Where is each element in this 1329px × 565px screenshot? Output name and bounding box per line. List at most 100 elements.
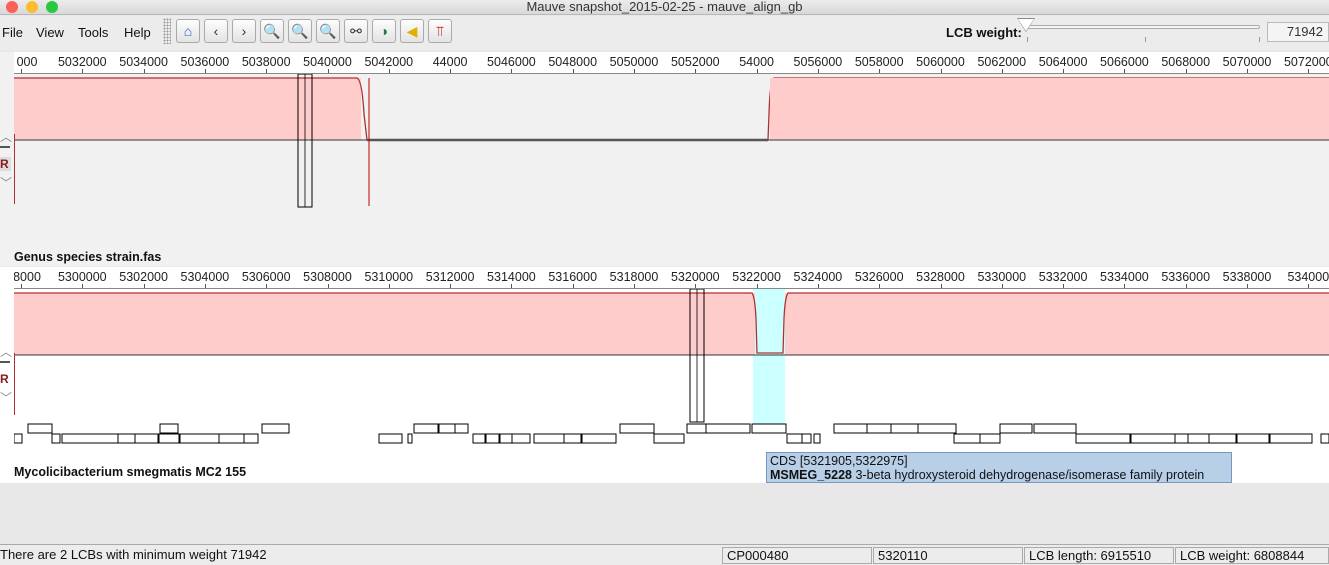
cds-feature[interactable]	[61, 433, 119, 444]
lcb-track-1[interactable]	[14, 74, 1329, 244]
bracket-button[interactable]: ⫪	[428, 19, 452, 43]
chevron-down-icon[interactable]: ﹀	[0, 174, 12, 191]
menu-file[interactable]: File	[2, 25, 23, 40]
ruler-tick	[1001, 69, 1003, 73]
cds-feature[interactable]	[407, 433, 413, 444]
lcb-weight-label: LCB weight:	[946, 25, 1022, 40]
lcb-track-2[interactable]	[14, 289, 1329, 459]
cds-feature[interactable]	[866, 423, 892, 434]
highlight-region	[753, 289, 785, 424]
close-window-button[interactable]	[6, 1, 18, 13]
chevron-left-button[interactable]: ‹	[204, 19, 228, 43]
cds-feature[interactable]	[705, 423, 751, 434]
ruler-tick-label: 5032000	[57, 55, 107, 69]
cds-feature[interactable]	[378, 433, 403, 444]
cds-feature[interactable]	[890, 423, 919, 434]
home-button[interactable]: ⌂	[176, 19, 200, 43]
cds-feature[interactable]	[218, 433, 245, 444]
search-icon: 🔍	[319, 23, 337, 39]
zoom-out-button[interactable]: 🔍	[288, 19, 312, 43]
window-titlebar: Mauve snapshot_2015-02-25 - mauve_align_…	[0, 0, 1329, 15]
cds-feature[interactable]	[485, 433, 500, 444]
cds-feature[interactable]	[686, 423, 707, 434]
arrow-left-yellow-button[interactable]: ◀	[400, 19, 424, 43]
ruler-tick-label: 8000	[14, 270, 41, 284]
cds-feature[interactable]	[1208, 433, 1237, 444]
cds-feature[interactable]	[953, 433, 981, 444]
zoom-in-button[interactable]: 🔍	[260, 19, 284, 43]
cds-feature[interactable]	[499, 433, 513, 444]
cds-feature[interactable]	[1033, 423, 1077, 434]
ruler-tick-label: 5066000	[1100, 55, 1149, 69]
ruler-tick-label: 5324000	[793, 270, 843, 284]
cds-feature[interactable]	[813, 433, 821, 444]
cds-feature[interactable]	[833, 423, 869, 434]
ruler-tick	[21, 69, 22, 73]
cds-feature[interactable]	[454, 423, 469, 434]
cds-feature[interactable]	[158, 433, 180, 444]
chevron-left-icon: ‹	[213, 23, 219, 39]
chevron-up-icon[interactable]: ︿	[0, 128, 12, 145]
cds-feature[interactable]	[801, 433, 812, 444]
chevron-down-icon[interactable]: ﹀	[0, 389, 12, 406]
chevron-up-icon[interactable]: ︿	[0, 343, 12, 360]
toolbar-grip[interactable]	[163, 18, 171, 44]
cds-feature[interactable]	[917, 423, 957, 434]
cds-feature[interactable]	[243, 433, 259, 444]
reverse-toggle[interactable]: R	[0, 372, 11, 386]
lcb-weight-slider-track[interactable]	[1024, 25, 1260, 29]
ruler-tick-label: 5322000	[732, 270, 781, 284]
cds-feature[interactable]	[179, 433, 220, 444]
cds-feature[interactable]	[1187, 433, 1210, 444]
cds-feature[interactable]	[533, 433, 565, 444]
cds-feature[interactable]	[117, 433, 136, 444]
menu-help[interactable]: Help	[124, 25, 151, 40]
lcb-block	[14, 78, 361, 140]
menu-tools[interactable]: Tools	[78, 25, 108, 40]
ruler-tick-label: 5058000	[854, 55, 904, 69]
ruler-tick-label: 5302000	[119, 270, 168, 284]
chevron-right-button[interactable]: ›	[232, 19, 256, 43]
cds-feature[interactable]	[581, 433, 617, 444]
cds-feature[interactable]	[1236, 433, 1270, 444]
cds-feature[interactable]	[563, 433, 582, 444]
slider-tick	[1027, 37, 1028, 42]
cds-feature[interactable]	[1269, 433, 1313, 444]
cds-feature[interactable]	[27, 423, 53, 434]
ruler-tick	[327, 69, 329, 73]
cds-feature[interactable]	[261, 423, 290, 434]
cds-feature[interactable]	[751, 423, 787, 434]
cds-feature[interactable]	[14, 433, 23, 444]
ruler-2: 8000 5300000 5302000 5304000 5306000 5308000 5…	[14, 267, 1329, 289]
cds-feature[interactable]	[511, 433, 531, 444]
cds-feature[interactable]	[619, 423, 655, 434]
zoom-out-icon: 🔍	[291, 23, 309, 39]
cds-feature[interactable]	[1075, 433, 1131, 444]
reverse-toggle[interactable]: R	[0, 157, 11, 171]
ruler-tick	[940, 69, 942, 73]
ruler-tick-label: 5060000	[916, 55, 965, 69]
cds-feature[interactable]	[653, 433, 685, 444]
cds-feature[interactable]	[979, 433, 1001, 444]
menu-view[interactable]: View	[36, 25, 64, 40]
zoom-window-button[interactable]	[46, 1, 58, 13]
status-lcb-length: LCB length: 6915510	[1024, 547, 1174, 564]
cds-feature[interactable]	[1130, 433, 1176, 444]
cds-feature[interactable]	[134, 433, 159, 444]
cds-feature[interactable]	[413, 423, 439, 434]
search-button[interactable]: 🔍	[316, 19, 340, 43]
cds-feature[interactable]	[786, 433, 803, 444]
cds-feature[interactable]	[1320, 433, 1329, 444]
binoculars-button[interactable]: ⚯	[344, 19, 368, 43]
cds-feature[interactable]	[159, 423, 179, 434]
cds-feature[interactable]	[1174, 433, 1189, 444]
lcb-weight-slider-thumb-fill[interactable]	[1018, 19, 1035, 31]
ruler-tick-label: 5336000	[1161, 270, 1211, 284]
minimize-window-button[interactable]	[26, 1, 38, 13]
cds-feature[interactable]	[438, 423, 457, 434]
cds-feature[interactable]	[472, 433, 486, 444]
cds-feature[interactable]	[999, 423, 1033, 434]
lcb-weight-field[interactable]: 71942	[1267, 22, 1329, 42]
cds-feature[interactable]	[51, 433, 61, 444]
color-wheel-button[interactable]: ◑	[372, 19, 396, 43]
